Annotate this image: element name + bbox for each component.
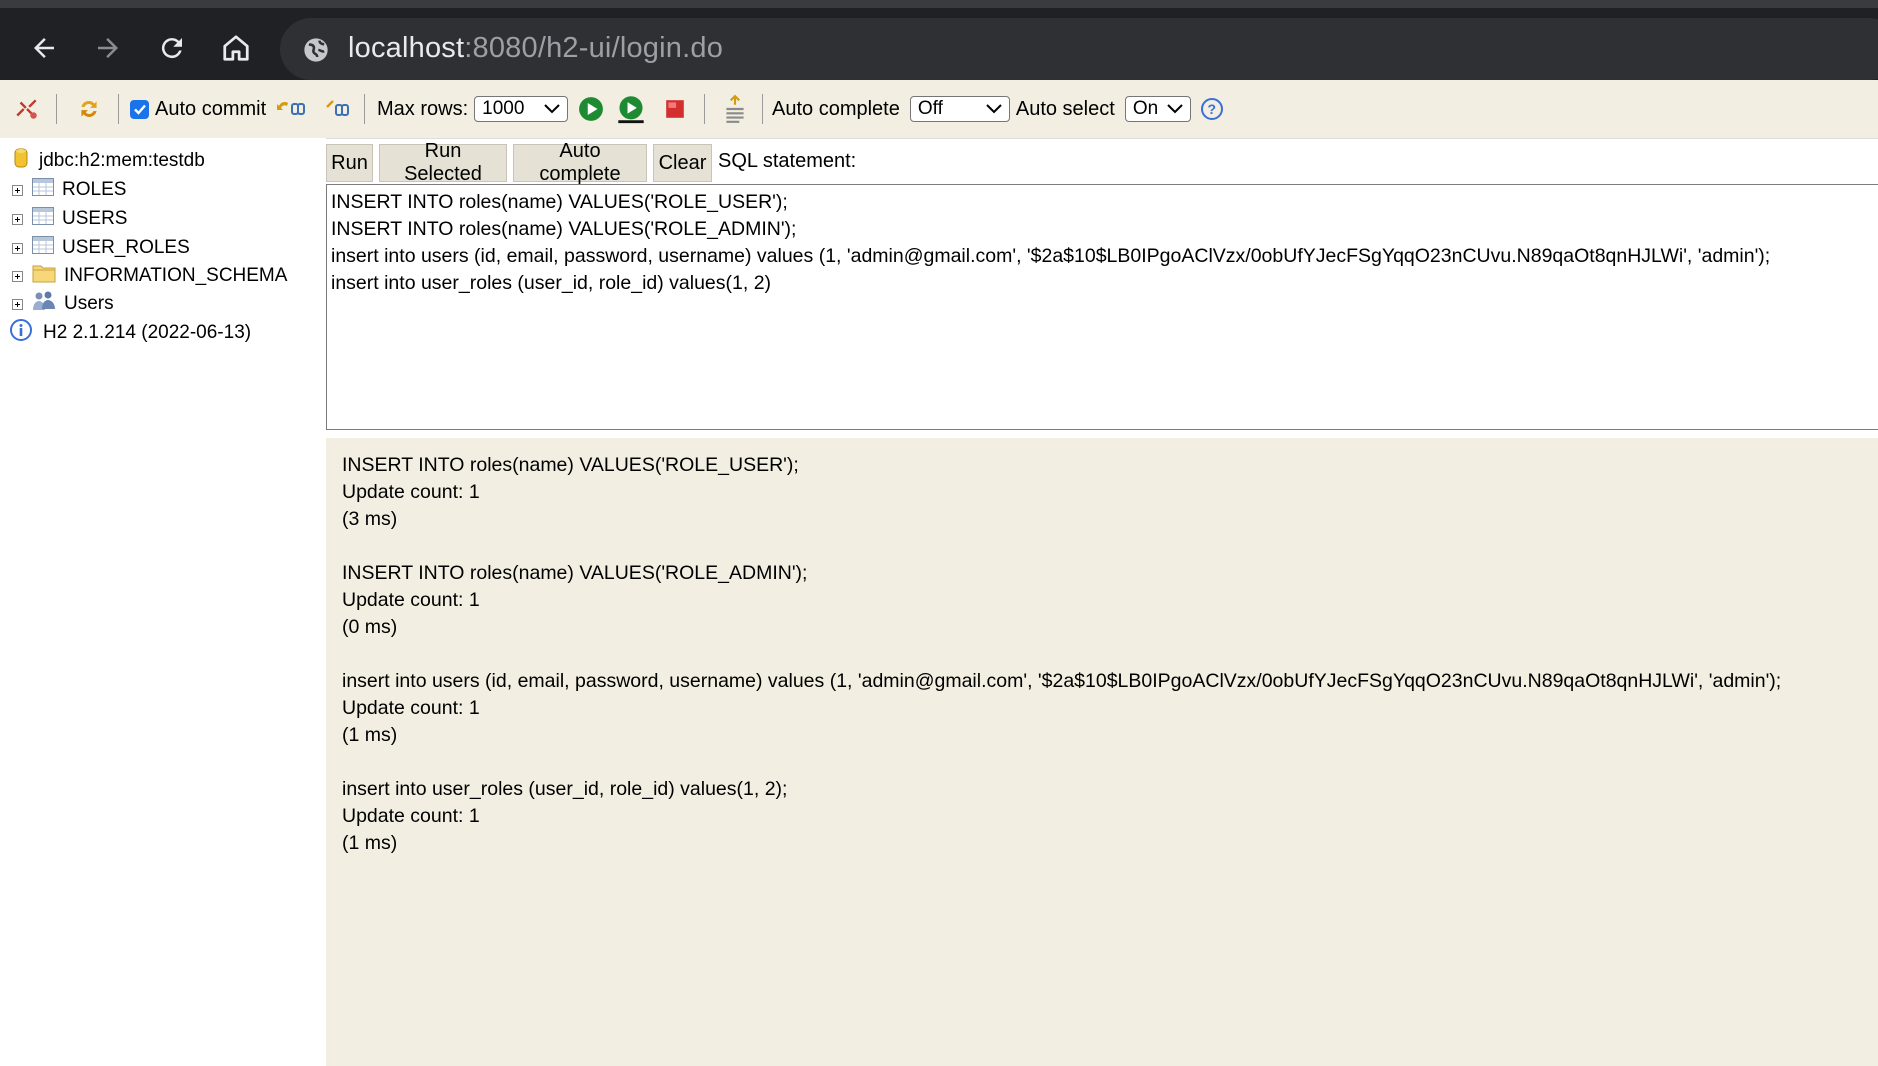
expand-icon[interactable] — [12, 270, 23, 282]
tree-item-users[interactable]: USERS — [0, 205, 127, 233]
expand-icon[interactable] — [12, 242, 23, 254]
max-rows-select[interactable]: 1000 — [474, 96, 569, 122]
result-statement: INSERT INTO roles(name) VALUES('ROLE_ADM… — [342, 562, 808, 584]
clear-button[interactable]: Clear — [653, 144, 712, 182]
sql-editor[interactable]: INSERT INTO roles(name) VALUES('ROLE_USE… — [326, 184, 1878, 430]
chevron-down-icon — [1167, 104, 1183, 114]
address-bar[interactable]: localhost:8080/h2-ui/login.do — [280, 18, 1878, 80]
chevron-down-icon — [986, 104, 1002, 114]
tree-item-users-folder[interactable]: Users — [0, 290, 114, 318]
folder-icon — [32, 263, 56, 289]
disconnect-icon[interactable] — [14, 80, 40, 138]
tree-item-label: USERS — [62, 208, 128, 229]
expand-icon[interactable] — [12, 213, 23, 225]
result-count: Update count: 1 — [342, 481, 480, 503]
h2-toolbar: Auto commit Max rows: 1000 Auto complete… — [0, 80, 1878, 139]
max-rows-group: Max rows: 1000 — [377, 80, 569, 138]
result-block: insert into users (id, email, password, … — [342, 668, 1862, 749]
run-icon[interactable] — [578, 80, 604, 138]
auto-commit-toggle[interactable]: Auto commit — [130, 80, 266, 138]
run-button[interactable]: Run — [326, 144, 373, 182]
back-arrow-icon[interactable] — [20, 24, 68, 72]
result-time: (1 ms) — [342, 724, 398, 746]
result-block: insert into user_roles (user_id, role_id… — [342, 776, 1862, 857]
table-icon — [32, 236, 54, 260]
tree-item-roles[interactable]: ROLES — [0, 176, 126, 204]
result-time: (1 ms) — [342, 832, 398, 854]
result-statement: insert into users (id, email, password, … — [342, 670, 1782, 692]
tree-item-label: INFORMATION_SCHEMA — [64, 265, 288, 286]
editor-line: INSERT INTO roles(name) VALUES('ROLE_USE… — [331, 191, 788, 213]
auto-complete-label: Auto complete — [772, 97, 900, 120]
auto-complete-group: Auto complete Off Auto select On ? — [772, 80, 1223, 138]
commit-icon[interactable] — [324, 80, 352, 138]
auto-select-label: Auto select — [1015, 97, 1115, 120]
run-selected-button[interactable]: Run Selected — [379, 140, 507, 185]
history-icon[interactable] — [722, 80, 748, 138]
version-label: H2 2.1.214 (2022-06-13) — [43, 322, 252, 343]
home-icon[interactable] — [212, 24, 260, 72]
expand-icon[interactable] — [12, 298, 23, 310]
sql-statement-label: SQL statement: — [718, 150, 857, 172]
tree-version: H2 2.1.214 (2022-06-13) — [0, 319, 251, 347]
tree-item-label: ROLES — [62, 179, 127, 200]
auto-commit-label: Auto commit — [155, 97, 267, 120]
run-selected-icon[interactable] — [616, 80, 646, 138]
result-statement: INSERT INTO roles(name) VALUES('ROLE_USE… — [342, 454, 799, 476]
url-path: :8080/h2-ui/login.do — [464, 32, 724, 64]
result-time: (3 ms) — [342, 508, 398, 530]
editor-line: INSERT INTO roles(name) VALUES('ROLE_ADM… — [331, 218, 797, 240]
tree-item-user-roles[interactable]: USER_ROLES — [0, 234, 190, 262]
auto-complete-button[interactable]: Auto complete — [513, 140, 647, 185]
max-rows-label: Max rows: — [377, 97, 469, 120]
help-icon[interactable]: ? — [1200, 98, 1223, 120]
table-icon — [32, 207, 54, 231]
reload-icon[interactable] — [148, 24, 196, 72]
url-text[interactable]: localhost:8080/h2-ui/login.do — [348, 32, 723, 65]
rollback-icon[interactable] — [274, 80, 306, 138]
editor-line: insert into user_roles (user_id, role_id… — [331, 272, 772, 294]
url-host: localhost — [348, 32, 465, 64]
results-panel: INSERT INTO roles(name) VALUES('ROLE_USE… — [326, 438, 1878, 1066]
max-rows-value: 1000 — [482, 98, 525, 119]
connection-label: jdbc:h2:mem:testdb — [39, 150, 205, 171]
expand-icon[interactable] — [12, 184, 23, 196]
tree-item-label: Users — [64, 293, 114, 314]
result-block: INSERT INTO roles(name) VALUES('ROLE_USE… — [342, 452, 1862, 533]
result-time: (0 ms) — [342, 616, 398, 638]
tree-item-label: USER_ROLES — [62, 237, 190, 258]
refresh-icon[interactable] — [76, 80, 102, 138]
users-icon — [32, 290, 56, 318]
schema-tree: jdbc:h2:mem:testdb ROLES USERS USER_ROLE… — [0, 138, 326, 1066]
globe-icon[interactable] — [302, 36, 330, 69]
browser-chrome: localhost:8080/h2-ui/login.do — [0, 0, 1878, 80]
stop-icon[interactable] — [664, 80, 686, 138]
result-count: Update count: 1 — [342, 589, 480, 611]
auto-complete-value: Off — [917, 98, 943, 119]
editor-line: insert into users (id, email, password, … — [331, 245, 1771, 267]
table-icon — [32, 178, 54, 202]
result-statement: insert into user_roles (user_id, role_id… — [342, 778, 788, 800]
tree-item-information-schema[interactable]: INFORMATION_SCHEMA — [0, 262, 287, 290]
info-icon — [10, 319, 32, 347]
auto-select-value: On — [1132, 98, 1159, 119]
auto-commit-checkbox[interactable] — [130, 99, 149, 119]
database-icon — [14, 147, 28, 175]
result-count: Update count: 1 — [342, 697, 480, 719]
auto-select-select[interactable]: On — [1124, 96, 1191, 122]
result-block: INSERT INTO roles(name) VALUES('ROLE_ADM… — [342, 560, 1862, 641]
tree-connection[interactable]: jdbc:h2:mem:testdb — [0, 147, 205, 175]
auto-complete-select[interactable]: Off — [909, 96, 1010, 122]
result-count: Update count: 1 — [342, 805, 480, 827]
chevron-down-icon — [544, 104, 560, 114]
forward-arrow-icon[interactable] — [84, 24, 132, 72]
